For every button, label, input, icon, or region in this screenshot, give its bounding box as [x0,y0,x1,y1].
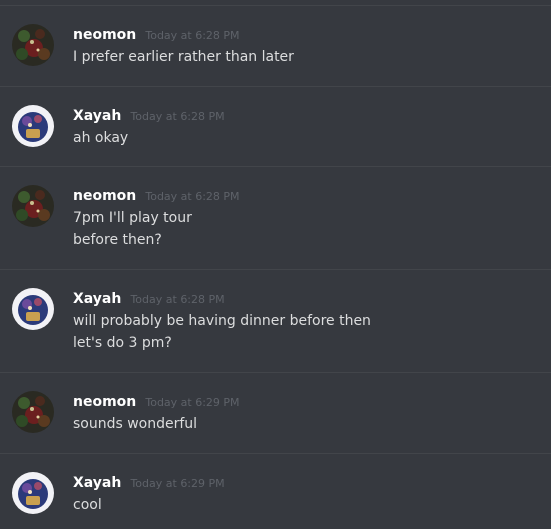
message-divider [0,5,551,6]
timestamp: Today at 6:29 PM [145,396,240,409]
username[interactable]: neomon [73,188,136,204]
timestamp: Today at 6:29 PM [130,477,225,490]
xayah-avatar[interactable] [12,288,54,330]
xayah-avatar[interactable] [12,472,54,514]
username[interactable]: neomon [73,27,136,43]
message-divider [0,453,551,454]
timestamp: Today at 6:28 PM [130,110,225,123]
message-content: cool [73,494,102,516]
message-divider [0,372,551,373]
message-header: Xayah Today at 6:28 PM [73,288,225,308]
message-text: will probably be having dinner before th… [73,313,371,329]
username[interactable]: neomon [73,394,136,410]
username[interactable]: Xayah [73,291,121,307]
message-content: sounds wonderful [73,413,197,435]
username[interactable]: Xayah [73,108,121,124]
message-header: neomon Today at 6:29 PM [73,391,240,411]
message-text: ah okay [73,130,129,146]
message-text: cool [73,497,102,513]
message-divider [0,86,551,87]
message-text: before then? [73,232,162,248]
message-header: Xayah Today at 6:29 PM [73,472,225,492]
message-text: sounds wonderful [73,416,198,432]
neomon-avatar[interactable] [12,185,54,227]
message-divider [0,269,551,270]
chat-messages: neomon Today at 6:28 PM I prefer earlier… [0,0,551,529]
timestamp: Today at 6:28 PM [130,293,225,306]
timestamp: Today at 6:28 PM [145,29,240,42]
message-text: I prefer earlier rather than later [73,49,294,65]
timestamp: Today at 6:28 PM [145,190,240,203]
message-text: 7pm I'll play tour [73,210,192,226]
username[interactable]: Xayah [73,475,121,491]
message-content: will probably be having dinner before th… [73,310,371,354]
neomon-avatar[interactable] [12,24,54,66]
neomon-avatar[interactable] [12,391,54,433]
message-content: I prefer earlier rather than later [73,46,294,68]
message-header: neomon Today at 6:28 PM [73,24,240,44]
message-header: neomon Today at 6:28 PM [73,185,240,205]
message-divider [0,166,551,167]
message-text: let's do 3 pm? [73,335,172,351]
message-header: Xayah Today at 6:28 PM [73,105,225,125]
message-content: ah okay [73,127,128,149]
message-content: 7pm I'll play tour before then? [73,207,192,251]
xayah-avatar[interactable] [12,105,54,147]
